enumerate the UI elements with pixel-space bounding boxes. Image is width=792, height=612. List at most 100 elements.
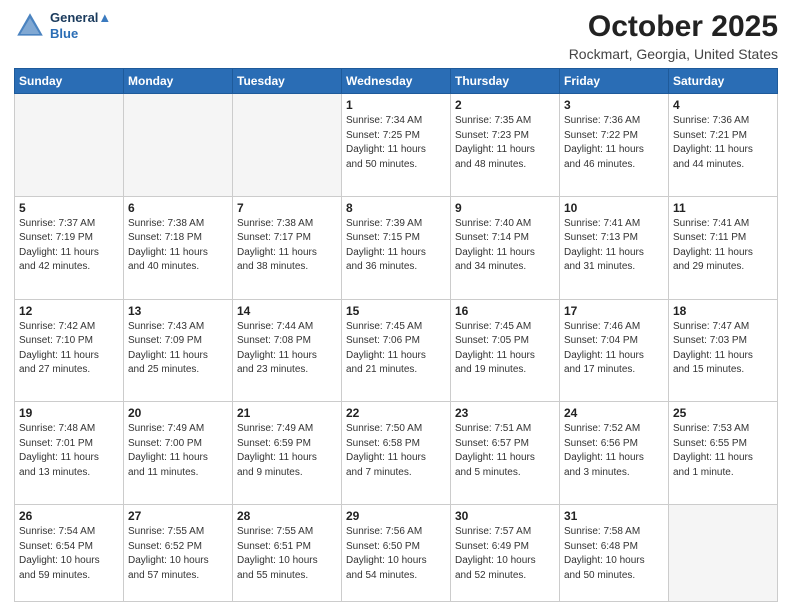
day-info: Sunrise: 7:55 AM Sunset: 6:52 PM Dayligh…: [128, 525, 228, 583]
weekday-header: Saturday: [669, 69, 778, 94]
day-info: Sunrise: 7:49 AM Sunset: 7:00 PM Dayligh…: [128, 422, 228, 480]
day-info: Sunrise: 7:35 AM Sunset: 7:23 PM Dayligh…: [455, 114, 555, 172]
day-number: 6: [128, 201, 228, 215]
calendar-cell: 21 Sunrise: 7:49 AM Sunset: 6:59 PM Dayli…: [233, 402, 342, 505]
day-number: 18: [673, 304, 773, 318]
day-info: Sunrise: 7:50 AM Sunset: 6:58 PM Dayligh…: [346, 422, 446, 480]
day-number: 11: [673, 201, 773, 215]
day-info: Sunrise: 7:38 AM Sunset: 7:17 PM Dayligh…: [237, 217, 337, 275]
day-number: 20: [128, 406, 228, 420]
logo-icon: [14, 10, 46, 42]
day-number: 25: [673, 406, 773, 420]
logo: General▲ Blue: [14, 10, 111, 42]
calendar-cell: 25 Sunrise: 7:53 AM Sunset: 6:55 PM Dayli…: [669, 402, 778, 505]
day-number: 1: [346, 98, 446, 112]
day-info: Sunrise: 7:57 AM Sunset: 6:49 PM Dayligh…: [455, 525, 555, 583]
day-info: Sunrise: 7:58 AM Sunset: 6:48 PM Dayligh…: [564, 525, 664, 583]
calendar-week-row: 1 Sunrise: 7:34 AM Sunset: 7:25 PM Daylig…: [15, 94, 778, 197]
page-container: General▲ Blue October 2025 Rockmart, Geo…: [0, 0, 792, 612]
calendar-cell: 11 Sunrise: 7:41 AM Sunset: 7:11 PM Dayli…: [669, 196, 778, 299]
calendar-cell: 20 Sunrise: 7:49 AM Sunset: 7:00 PM Dayli…: [124, 402, 233, 505]
title-block: October 2025 Rockmart, Georgia, United S…: [569, 10, 778, 62]
day-info: Sunrise: 7:51 AM Sunset: 6:57 PM Dayligh…: [455, 422, 555, 480]
weekday-header: Wednesday: [342, 69, 451, 94]
calendar-cell: 26 Sunrise: 7:54 AM Sunset: 6:54 PM Dayli…: [15, 505, 124, 602]
calendar-cell: 19 Sunrise: 7:48 AM Sunset: 7:01 PM Dayli…: [15, 402, 124, 505]
day-number: 10: [564, 201, 664, 215]
calendar-cell: 14 Sunrise: 7:44 AM Sunset: 7:08 PM Dayli…: [233, 299, 342, 402]
day-number: 3: [564, 98, 664, 112]
calendar-cell: [124, 94, 233, 197]
day-number: 13: [128, 304, 228, 318]
calendar-week-row: 26 Sunrise: 7:54 AM Sunset: 6:54 PM Dayli…: [15, 505, 778, 602]
calendar-cell: 3 Sunrise: 7:36 AM Sunset: 7:22 PM Daylig…: [560, 94, 669, 197]
day-info: Sunrise: 7:41 AM Sunset: 7:11 PM Dayligh…: [673, 217, 773, 275]
weekday-header-row: SundayMondayTuesdayWednesdayThursdayFrid…: [15, 69, 778, 94]
calendar-table: SundayMondayTuesdayWednesdayThursdayFrid…: [14, 68, 778, 602]
calendar-cell: 31Sunrise: 7:58 AM Sunset: 6:48 PM Dayli…: [560, 505, 669, 602]
day-info: Sunrise: 7:44 AM Sunset: 7:08 PM Dayligh…: [237, 320, 337, 378]
location: Rockmart, Georgia, United States: [569, 46, 778, 62]
day-info: Sunrise: 7:43 AM Sunset: 7:09 PM Dayligh…: [128, 320, 228, 378]
day-number: 29: [346, 509, 446, 523]
calendar-cell: 29 Sunrise: 7:56 AM Sunset: 6:50 PM Dayli…: [342, 505, 451, 602]
day-number: 14: [237, 304, 337, 318]
day-info: Sunrise: 7:36 AM Sunset: 7:22 PM Dayligh…: [564, 114, 664, 172]
day-number: 21: [237, 406, 337, 420]
day-number: 23: [455, 406, 555, 420]
calendar-cell: 7Sunrise: 7:38 AM Sunset: 7:17 PM Daylig…: [233, 196, 342, 299]
calendar-cell: [233, 94, 342, 197]
day-number: 15: [346, 304, 446, 318]
calendar-cell: 22 Sunrise: 7:50 AM Sunset: 6:58 PM Dayli…: [342, 402, 451, 505]
day-number: 26: [19, 509, 119, 523]
month-title: October 2025: [569, 10, 778, 44]
calendar-cell: 27Sunrise: 7:55 AM Sunset: 6:52 PM Dayli…: [124, 505, 233, 602]
calendar-cell: 28Sunrise: 7:55 AM Sunset: 6:51 PM Dayli…: [233, 505, 342, 602]
weekday-header: Friday: [560, 69, 669, 94]
header: General▲ Blue October 2025 Rockmart, Geo…: [14, 10, 778, 62]
day-info: Sunrise: 7:34 AM Sunset: 7:25 PM Dayligh…: [346, 114, 446, 172]
calendar-week-row: 5Sunrise: 7:37 AM Sunset: 7:19 PM Daylig…: [15, 196, 778, 299]
day-number: 30: [455, 509, 555, 523]
day-info: Sunrise: 7:45 AM Sunset: 7:06 PM Dayligh…: [346, 320, 446, 378]
logo-text: General▲ Blue: [50, 10, 111, 41]
day-info: Sunrise: 7:52 AM Sunset: 6:56 PM Dayligh…: [564, 422, 664, 480]
day-number: 2: [455, 98, 555, 112]
weekday-header: Thursday: [451, 69, 560, 94]
day-number: 22: [346, 406, 446, 420]
day-number: 5: [19, 201, 119, 215]
day-info: Sunrise: 7:41 AM Sunset: 7:13 PM Dayligh…: [564, 217, 664, 275]
weekday-header: Monday: [124, 69, 233, 94]
day-info: Sunrise: 7:42 AM Sunset: 7:10 PM Dayligh…: [19, 320, 119, 378]
day-info: Sunrise: 7:53 AM Sunset: 6:55 PM Dayligh…: [673, 422, 773, 480]
day-number: 28: [237, 509, 337, 523]
day-info: Sunrise: 7:45 AM Sunset: 7:05 PM Dayligh…: [455, 320, 555, 378]
day-number: 19: [19, 406, 119, 420]
day-number: 16: [455, 304, 555, 318]
day-info: Sunrise: 7:39 AM Sunset: 7:15 PM Dayligh…: [346, 217, 446, 275]
calendar-cell: 24 Sunrise: 7:52 AM Sunset: 6:56 PM Dayli…: [560, 402, 669, 505]
calendar-cell: 9Sunrise: 7:40 AM Sunset: 7:14 PM Daylig…: [451, 196, 560, 299]
day-info: Sunrise: 7:49 AM Sunset: 6:59 PM Dayligh…: [237, 422, 337, 480]
weekday-header: Sunday: [15, 69, 124, 94]
calendar-cell: 15 Sunrise: 7:45 AM Sunset: 7:06 PM Dayli…: [342, 299, 451, 402]
calendar-cell: 16 Sunrise: 7:45 AM Sunset: 7:05 PM Dayli…: [451, 299, 560, 402]
day-number: 4: [673, 98, 773, 112]
day-info: Sunrise: 7:48 AM Sunset: 7:01 PM Dayligh…: [19, 422, 119, 480]
day-info: Sunrise: 7:47 AM Sunset: 7:03 PM Dayligh…: [673, 320, 773, 378]
calendar-cell: 1 Sunrise: 7:34 AM Sunset: 7:25 PM Daylig…: [342, 94, 451, 197]
calendar-cell: 23 Sunrise: 7:51 AM Sunset: 6:57 PM Dayli…: [451, 402, 560, 505]
calendar-cell: 12 Sunrise: 7:42 AM Sunset: 7:10 PM Dayli…: [15, 299, 124, 402]
calendar-cell: [669, 505, 778, 602]
day-info: Sunrise: 7:54 AM Sunset: 6:54 PM Dayligh…: [19, 525, 119, 583]
day-number: 17: [564, 304, 664, 318]
calendar-cell: 17Sunrise: 7:46 AM Sunset: 7:04 PM Dayli…: [560, 299, 669, 402]
calendar-cell: 10 Sunrise: 7:41 AM Sunset: 7:13 PM Dayli…: [560, 196, 669, 299]
calendar-cell: 13 Sunrise: 7:43 AM Sunset: 7:09 PM Dayli…: [124, 299, 233, 402]
day-info: Sunrise: 7:56 AM Sunset: 6:50 PM Dayligh…: [346, 525, 446, 583]
day-info: Sunrise: 7:38 AM Sunset: 7:18 PM Dayligh…: [128, 217, 228, 275]
calendar-cell: 4Sunrise: 7:36 AM Sunset: 7:21 PM Daylig…: [669, 94, 778, 197]
day-number: 12: [19, 304, 119, 318]
day-number: 24: [564, 406, 664, 420]
weekday-header: Tuesday: [233, 69, 342, 94]
